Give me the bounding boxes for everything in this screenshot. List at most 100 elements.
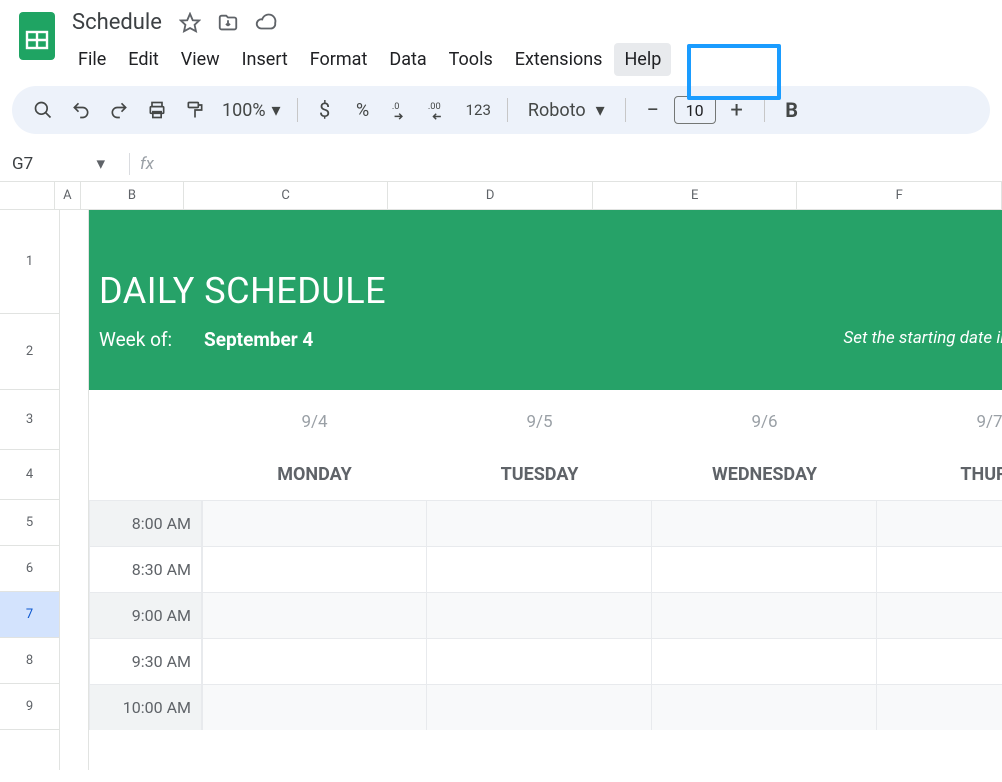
column-header-C[interactable]: C (184, 182, 389, 209)
day-name: MONDAY (202, 464, 427, 485)
slot-cell[interactable] (877, 684, 1002, 730)
day-date: 9/6 (652, 412, 877, 432)
menu-help[interactable]: Help (614, 43, 671, 76)
slot-cell[interactable] (877, 546, 1002, 592)
menu-format[interactable]: Format (300, 43, 378, 76)
slot-cell[interactable] (427, 500, 652, 546)
separator (507, 98, 508, 122)
currency-icon[interactable]: $ (308, 93, 342, 127)
more-formats-icon[interactable]: 123 (460, 93, 497, 127)
row-header-8[interactable]: 8 (0, 638, 59, 684)
row-header-6[interactable]: 6 (0, 546, 59, 592)
menu-tools[interactable]: Tools (439, 43, 503, 76)
slot-cell[interactable] (877, 638, 1002, 684)
column-header-F[interactable]: F (797, 182, 1002, 209)
banner-weekof-value: September 4 (204, 328, 313, 351)
zoom-dropdown[interactable]: 100% ▾ (216, 100, 287, 121)
slot-cell[interactable] (652, 638, 877, 684)
slot-column (877, 500, 1002, 730)
menu-edit[interactable]: Edit (118, 43, 168, 76)
increase-decimal-icon[interactable]: .00 (422, 93, 456, 127)
column-header-D[interactable]: D (388, 182, 593, 209)
banner-hint: Set the starting date in ce (843, 328, 1002, 348)
day-date: 9/5 (427, 412, 652, 432)
caret-down-icon: ▾ (272, 100, 281, 121)
cloud-status-icon[interactable] (252, 9, 280, 37)
document-title[interactable]: Schedule (68, 8, 166, 37)
column-header-A[interactable]: A (55, 182, 81, 209)
banner-title: DAILY SCHEDULE (99, 270, 386, 312)
row-header-3[interactable]: 3 (0, 390, 59, 450)
slot-cell[interactable] (427, 592, 652, 638)
slot-cell[interactable] (427, 546, 652, 592)
slot-column (202, 500, 427, 730)
redo-icon[interactable] (102, 93, 136, 127)
row-headers: 123456789 (0, 210, 60, 770)
undo-icon[interactable] (64, 93, 98, 127)
slot-cell[interactable] (203, 592, 427, 638)
slot-cell[interactable] (652, 592, 877, 638)
time-column: 8:00 AM8:30 AM9:00 AM9:30 AM10:00 AM (89, 500, 202, 730)
slot-cell[interactable] (203, 546, 427, 592)
row-header-7[interactable]: 7 (0, 592, 59, 638)
menu-file[interactable]: File (68, 43, 116, 76)
slot-cell[interactable] (203, 684, 427, 730)
row-header-9[interactable]: 9 (0, 684, 59, 730)
time-cell[interactable]: 10:00 AM (89, 684, 202, 730)
time-cell[interactable]: 9:00 AM (89, 592, 202, 638)
time-cell[interactable]: 8:00 AM (89, 500, 202, 546)
header-bar: Schedule FileEditViewInsertFormatDataToo… (0, 0, 1002, 76)
svg-text:.0: .0 (391, 102, 399, 112)
separator (764, 98, 765, 122)
day-date: 9/4 (202, 412, 427, 432)
decrease-decimal-icon[interactable]: .0 (384, 93, 418, 127)
menu-view[interactable]: View (171, 43, 230, 76)
decrease-font-icon[interactable]: − (636, 93, 670, 127)
row-header-1[interactable]: 1 (0, 210, 59, 314)
slot-cell[interactable] (652, 684, 877, 730)
bold-button[interactable]: B (775, 93, 809, 127)
move-icon[interactable] (214, 9, 242, 37)
star-icon[interactable] (176, 9, 204, 37)
paint-format-icon[interactable] (178, 93, 212, 127)
slot-cell[interactable] (203, 638, 427, 684)
slot-cell[interactable] (877, 500, 1002, 546)
row-header-5[interactable]: 5 (0, 500, 59, 546)
font-name: Roboto (528, 100, 586, 121)
sheet-body[interactable]: DAILY SCHEDULE Week of: September 4 Set … (60, 210, 1002, 770)
search-icon[interactable] (26, 93, 60, 127)
slot-cell[interactable] (652, 500, 877, 546)
menu-data[interactable]: Data (379, 43, 436, 76)
caret-down-icon: ▾ (96, 154, 105, 174)
slot-column (652, 500, 877, 730)
row-header-4[interactable]: 4 (0, 450, 59, 500)
slot-cell[interactable] (877, 592, 1002, 638)
font-family-dropdown[interactable]: Roboto ▾ (518, 100, 615, 121)
day-name: TUESDAY (427, 464, 652, 485)
caret-down-icon: ▾ (596, 100, 605, 121)
print-icon[interactable] (140, 93, 174, 127)
formula-bar-row: G7 ▾ fx (0, 146, 1002, 182)
menu-extensions[interactable]: Extensions (505, 43, 613, 76)
name-box[interactable]: G7 ▾ (8, 154, 113, 174)
sheets-app-icon[interactable] (16, 8, 58, 64)
column-header-E[interactable]: E (593, 182, 798, 209)
slot-cell[interactable] (427, 638, 652, 684)
percent-icon[interactable]: % (346, 93, 380, 127)
font-size-input[interactable]: 10 (674, 96, 716, 124)
time-cell[interactable]: 8:30 AM (89, 546, 202, 592)
slot-column (427, 500, 652, 730)
column-header-B[interactable]: B (81, 182, 184, 209)
increase-font-icon[interactable]: + (720, 93, 754, 127)
slot-cell[interactable] (203, 500, 427, 546)
time-cell[interactable]: 9:30 AM (89, 638, 202, 684)
fx-label: fx (140, 154, 154, 174)
slot-cell[interactable] (427, 684, 652, 730)
row-header-2[interactable]: 2 (0, 314, 59, 390)
zoom-value: 100% (222, 100, 266, 121)
separator (129, 153, 130, 175)
spreadsheet-grid[interactable]: ABCDEF 123456789 DAILY SCHEDULE Week of:… (0, 182, 1002, 770)
menu-insert[interactable]: Insert (232, 43, 298, 76)
slot-cell[interactable] (652, 546, 877, 592)
select-all-corner[interactable] (0, 182, 55, 209)
